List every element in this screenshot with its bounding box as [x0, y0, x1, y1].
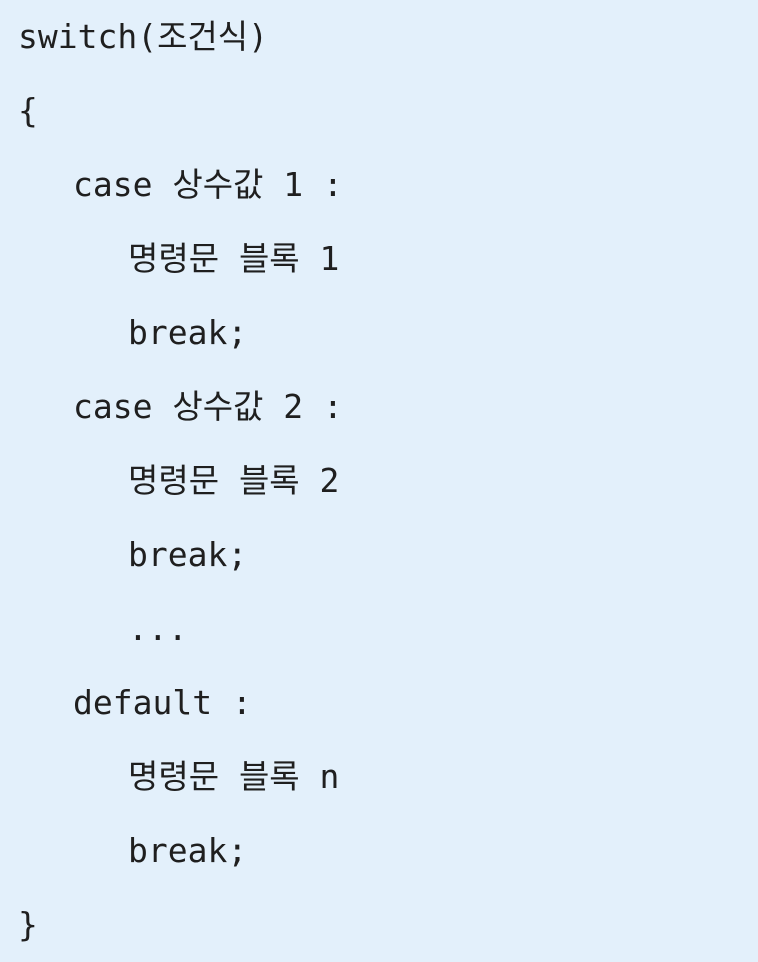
code-block: switch(조건식) { case 상수값 1 : 명령문 블록 1 brea…	[0, 0, 758, 960]
code-line-break-2: break;	[128, 535, 248, 574]
code-line-case-1: case 상수값 1 :	[73, 165, 343, 204]
code-line-block-n: 명령문 블록 n	[128, 757, 340, 796]
code-line-break-1: break;	[128, 313, 248, 352]
code-line-close-brace: }	[18, 905, 38, 944]
code-line-break-n: break;	[128, 831, 248, 870]
code-line-block-1: 명령문 블록 1	[128, 239, 340, 278]
code-line-default: default :	[73, 683, 252, 722]
code-line-case-2: case 상수값 2 :	[73, 387, 343, 426]
code-line-switch: switch(조건식)	[18, 17, 269, 56]
code-line-open-brace: {	[18, 91, 38, 130]
code-line-block-2: 명령문 블록 2	[128, 461, 340, 500]
code-line-ellipsis: ...	[128, 609, 188, 648]
